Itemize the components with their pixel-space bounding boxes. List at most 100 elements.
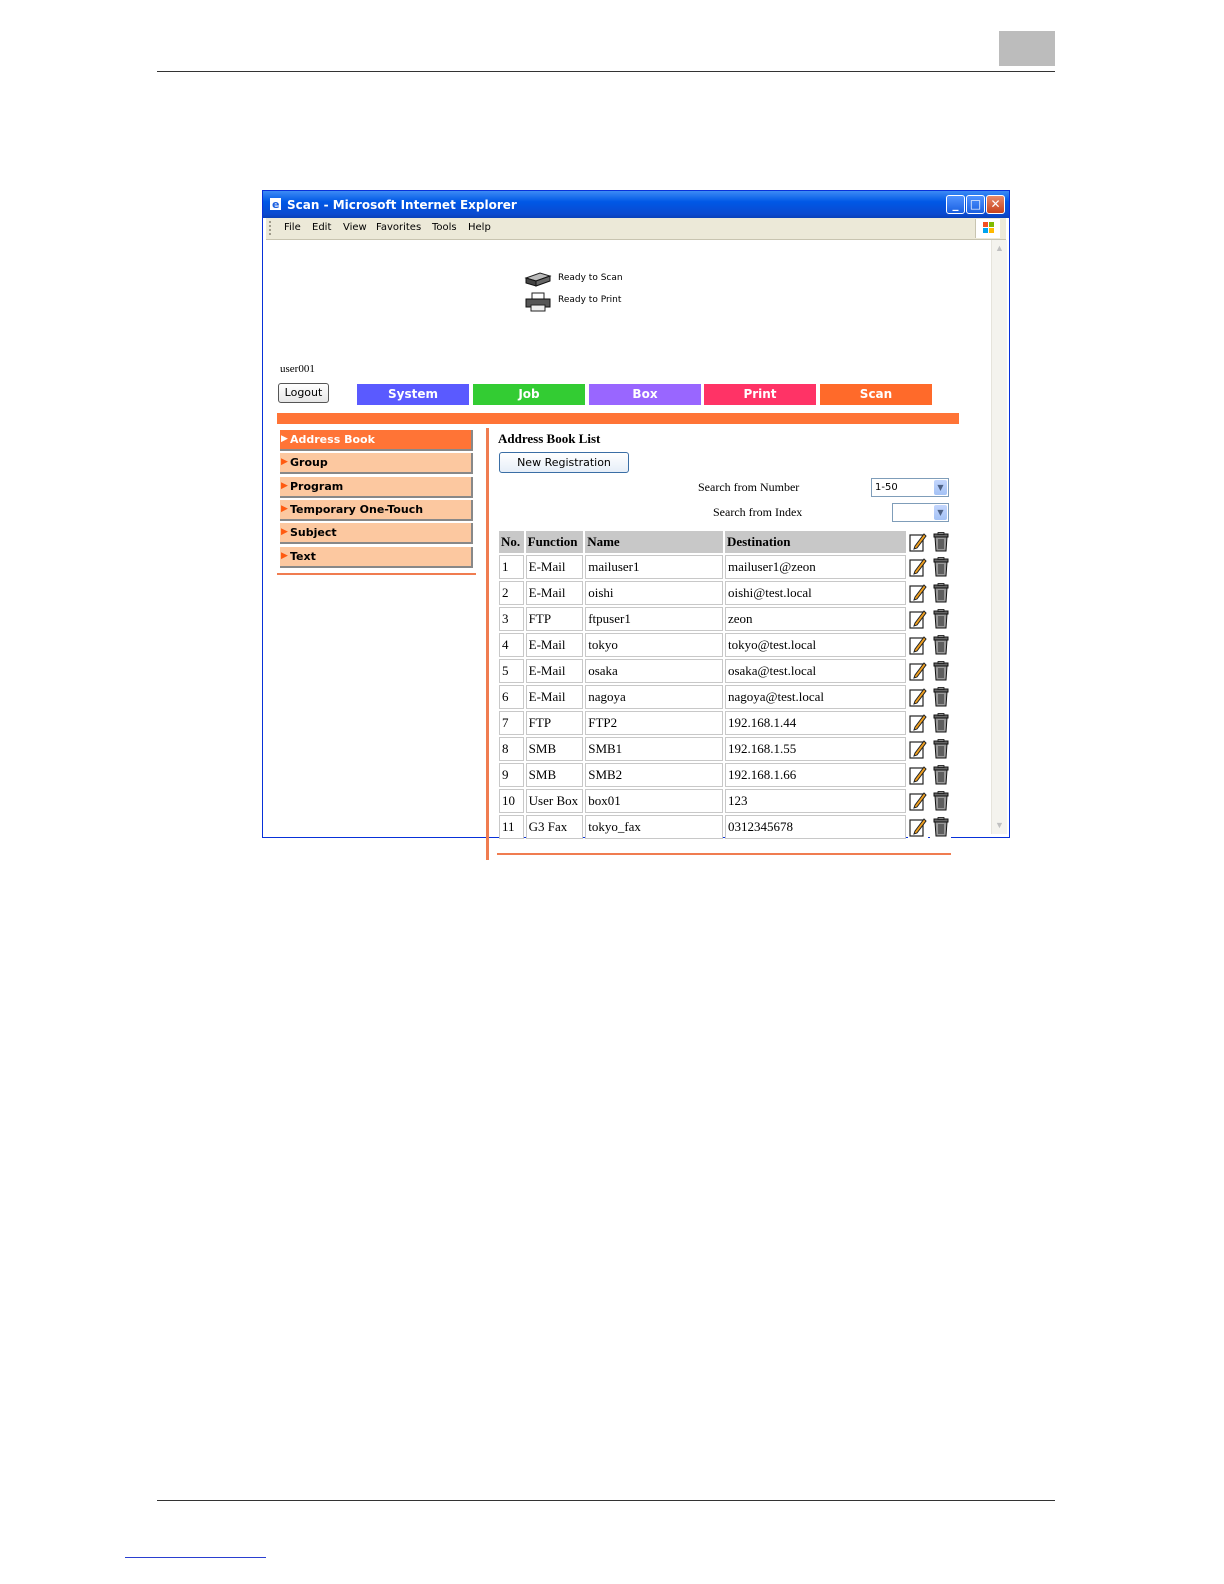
edit-button[interactable]: [907, 815, 929, 839]
cell-destination: zeon: [724, 607, 906, 631]
trash-icon: [932, 532, 950, 552]
cell-destination: oishi@test.local: [724, 581, 906, 605]
tab-job[interactable]: Job: [473, 384, 586, 405]
cell-function: E-Mail: [525, 685, 584, 709]
arrow-right-icon: ▶: [281, 434, 288, 444]
cell-function: FTP: [525, 711, 584, 735]
tab-scan[interactable]: Scan: [820, 384, 933, 405]
search-index-select[interactable]: ▼: [892, 503, 949, 522]
search-number-label: Search from Number: [698, 480, 800, 494]
delete-all-header[interactable]: [930, 531, 951, 553]
logout-button[interactable]: Logout: [278, 383, 329, 403]
edit-button[interactable]: [907, 711, 929, 735]
tab-print[interactable]: Print: [704, 384, 817, 405]
cell-destination: 192.168.1.44: [724, 711, 906, 735]
arrow-right-icon: ▶: [281, 457, 288, 467]
cell-destination: 123: [724, 789, 906, 813]
trash-icon: [932, 765, 950, 785]
edit-icon: [909, 765, 927, 785]
delete-button[interactable]: [930, 685, 951, 709]
tab-system[interactable]: System: [357, 384, 470, 405]
edit-icon: [909, 687, 927, 707]
delete-button[interactable]: [930, 555, 951, 579]
address-book-table: No. Function Name Destination 1 E-Mail mai…: [497, 529, 953, 841]
edit-button[interactable]: [907, 555, 929, 579]
edit-button[interactable]: [907, 685, 929, 709]
delete-button[interactable]: [930, 763, 951, 787]
sidebar-item-program[interactable]: ▶ Program: [280, 477, 473, 498]
sidebar-item-label: Text: [290, 550, 316, 563]
edit-button[interactable]: [907, 789, 929, 813]
edit-button[interactable]: [907, 737, 929, 761]
sidebar-item-address-book[interactable]: ▶ Address Book: [280, 430, 473, 451]
cell-destination: osaka@test.local: [724, 659, 906, 683]
edit-button[interactable]: [907, 659, 929, 683]
trash-icon: [932, 583, 950, 603]
cell-name: oishi: [585, 581, 723, 605]
delete-button[interactable]: [930, 581, 951, 605]
delete-button[interactable]: [930, 607, 951, 631]
content-divider: [486, 428, 489, 860]
delete-button[interactable]: [930, 633, 951, 657]
page-title: Address Book List: [498, 431, 601, 446]
delete-button[interactable]: [930, 815, 951, 839]
cell-no: 4: [499, 633, 524, 657]
edit-button[interactable]: [907, 607, 929, 631]
new-registration-button[interactable]: New Registration: [499, 452, 629, 473]
minimize-button[interactable]: _: [946, 195, 965, 214]
delete-button[interactable]: [930, 737, 951, 761]
table-row: 8 SMB SMB1 192.168.1.55: [499, 737, 951, 761]
menu-view[interactable]: View: [343, 222, 367, 233]
menu-file[interactable]: File: [284, 222, 301, 233]
sidebar-bottom-rule: [277, 573, 476, 575]
edit-icon: [909, 635, 927, 655]
menu-tools[interactable]: Tools: [432, 222, 457, 233]
cell-function: User Box: [525, 789, 584, 813]
sidebar-item-text[interactable]: ▶ Text: [280, 547, 473, 568]
edit-icon: [909, 532, 927, 552]
menu-favorites[interactable]: Favorites: [376, 222, 421, 233]
edit-all-header[interactable]: [907, 531, 929, 553]
edit-icon: [909, 739, 927, 759]
menu-help[interactable]: Help: [468, 222, 491, 233]
cell-function: SMB: [525, 763, 584, 787]
sidebar-item-subject[interactable]: ▶ Subject: [280, 523, 473, 544]
maximize-button[interactable]: □: [966, 195, 985, 214]
edit-button[interactable]: [907, 763, 929, 787]
scroll-up-icon[interactable]: ▲: [995, 244, 1004, 253]
menu-edit[interactable]: Edit: [312, 222, 331, 233]
delete-button[interactable]: [930, 659, 951, 683]
sidebar-item-label: Subject: [290, 526, 337, 539]
menu-bar: File Edit View Favorites Tools Help: [266, 218, 1006, 240]
scanner-icon: [524, 270, 552, 288]
cell-function: FTP: [525, 607, 584, 631]
sidebar-item-temporary-one-touch[interactable]: ▶ Temporary One-Touch: [280, 500, 473, 521]
cell-no: 7: [499, 711, 524, 735]
scroll-down-icon[interactable]: ▼: [995, 821, 1004, 830]
edit-icon: [909, 817, 927, 837]
close-button[interactable]: ✕: [986, 195, 1005, 214]
page-chapter-tab: [999, 31, 1055, 66]
delete-button[interactable]: [930, 789, 951, 813]
cell-no: 1: [499, 555, 524, 579]
sidebar-item-label: Program: [290, 480, 344, 493]
header-divider: [277, 413, 959, 424]
edit-button[interactable]: [907, 633, 929, 657]
cell-destination: 192.168.1.66: [724, 763, 906, 787]
sidebar-item-label: Group: [290, 456, 328, 469]
table-row: 6 E-Mail nagoya nagoya@test.local: [499, 685, 951, 709]
toolbar-grip-icon: [269, 221, 273, 235]
vertical-scrollbar[interactable]: ▲ ▼: [991, 240, 1007, 834]
chevron-down-icon: ▼: [934, 480, 947, 495]
sidebar-item-group[interactable]: ▶ Group: [280, 453, 473, 474]
search-number-value: 1-50: [875, 482, 898, 493]
content-bottom-rule: [497, 853, 951, 855]
table-row: 1 E-Mail mailuser1 mailuser1@zeon: [499, 555, 951, 579]
search-number-select[interactable]: 1-50 ▼: [871, 478, 949, 497]
tab-box[interactable]: Box: [589, 384, 702, 405]
window-titlebar[interactable]: e Scan - Microsoft Internet Explorer _ □…: [263, 191, 1009, 218]
trash-icon: [932, 661, 950, 681]
table-row: 11 G3 Fax tokyo_fax 0312345678: [499, 815, 951, 839]
delete-button[interactable]: [930, 711, 951, 735]
edit-button[interactable]: [907, 581, 929, 605]
